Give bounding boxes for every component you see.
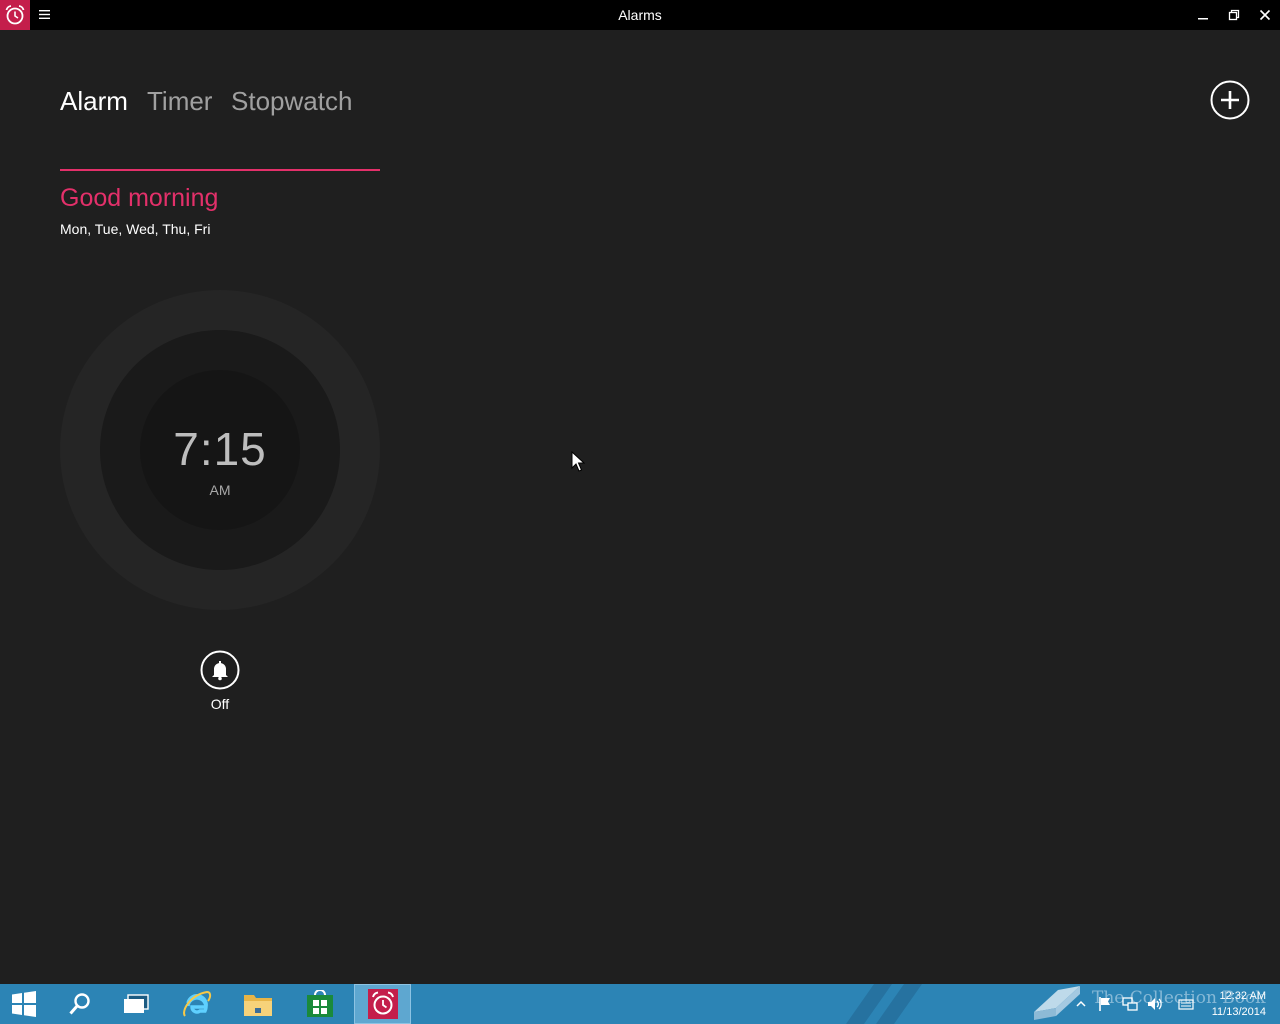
alarm-toggle-button[interactable] xyxy=(200,650,240,690)
window-title: Alarms xyxy=(618,7,662,23)
network-icon[interactable] xyxy=(1122,996,1138,1012)
volume-icon[interactable] xyxy=(1147,996,1163,1012)
alarm-dial-middle-ring: 7:15 AM xyxy=(100,330,340,570)
bell-icon xyxy=(200,650,240,690)
alarm-days: Mon, Tue, Wed, Thu, Fri xyxy=(60,221,211,237)
minimize-icon xyxy=(1198,18,1208,20)
close-button[interactable] xyxy=(1250,0,1280,30)
accent-divider xyxy=(60,169,380,171)
plus-circle-icon xyxy=(1210,80,1250,120)
chevron-up-icon[interactable] xyxy=(1073,996,1089,1012)
store-icon xyxy=(307,990,333,1017)
task-view-icon xyxy=(124,994,149,1013)
alarms-taskbar-button[interactable] xyxy=(354,984,411,1024)
alarm-status-label: Off xyxy=(210,696,230,712)
windows-start-icon xyxy=(12,991,36,1017)
alarm-time: 7:15 xyxy=(173,423,267,475)
minimize-button[interactable] xyxy=(1188,0,1218,30)
flag-icon[interactable] xyxy=(1097,996,1113,1012)
alarm-clock-icon xyxy=(367,989,398,1019)
alarm-name: Good morning xyxy=(60,184,219,212)
tab-alarm[interactable]: Alarm xyxy=(60,86,128,117)
file-explorer-button[interactable] xyxy=(230,984,286,1024)
file-explorer-icon xyxy=(244,995,272,1016)
internet-explorer-icon xyxy=(183,990,212,1017)
add-alarm-button[interactable] xyxy=(1210,80,1250,120)
alarm-period: AM xyxy=(209,482,231,498)
close-icon xyxy=(1259,9,1271,21)
taskbar: The Collection Book 12:32 AM 11/13/2014 xyxy=(0,984,1280,1024)
store-button[interactable] xyxy=(292,984,348,1024)
internet-explorer-button[interactable] xyxy=(170,984,224,1024)
restore-button[interactable] xyxy=(1219,0,1249,30)
clock-time[interactable]: 12:32 AM xyxy=(1190,990,1266,1002)
mouse-cursor-icon xyxy=(571,451,585,472)
task-view-button[interactable] xyxy=(110,984,162,1024)
tab-stopwatch[interactable]: Stopwatch xyxy=(231,86,352,117)
tab-timer[interactable]: Timer xyxy=(147,86,212,117)
start-button[interactable] xyxy=(0,984,48,1024)
search-button[interactable] xyxy=(54,984,106,1024)
search-icon xyxy=(69,993,90,1015)
clock-date[interactable]: 11/13/2014 xyxy=(1190,1006,1266,1018)
title-bar: Alarms xyxy=(0,0,1280,30)
alarm-dial-center: 7:15 AM xyxy=(140,370,300,530)
restore-icon xyxy=(1228,9,1240,21)
alarm-dial[interactable]: 7:15 AM xyxy=(60,290,380,610)
alarm-card[interactable]: Good morning Mon, Tue, Wed, Thu, Fri 7:1… xyxy=(60,169,380,729)
